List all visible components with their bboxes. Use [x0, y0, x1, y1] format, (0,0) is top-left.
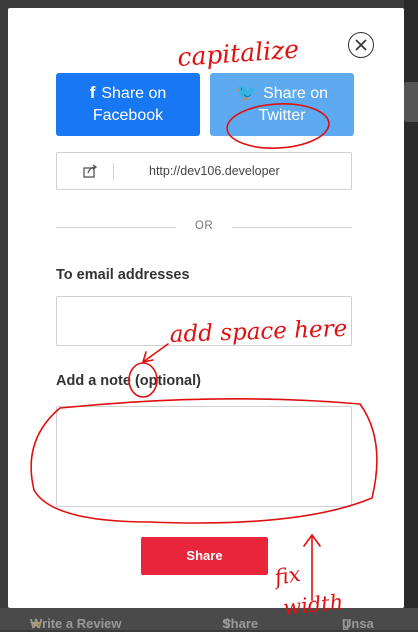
annotation-capitalize: capitalize — [176, 35, 300, 72]
annotation-add-space: add space here — [169, 316, 347, 348]
annotation-circle-space — [128, 362, 158, 398]
annotation-circle-twitter — [226, 103, 330, 149]
review-annotations: capitalize add space here fix width — [30, 35, 378, 620]
annotation-arrow-space — [142, 343, 169, 363]
annotation-width: width — [282, 590, 344, 620]
annotation-fix: fix — [271, 562, 303, 590]
annotation-circle-note — [30, 398, 378, 524]
annotation-arrow-width — [303, 533, 321, 601]
